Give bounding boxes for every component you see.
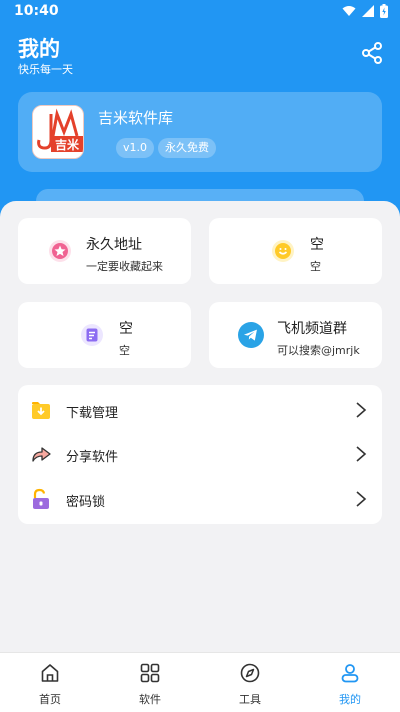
tab-home[interactable]: 首页: [0, 653, 100, 712]
tab-me[interactable]: 我的: [300, 653, 400, 712]
padlock-icon: [33, 488, 49, 509]
signal-icon: [362, 5, 374, 17]
menu-label: 分享软件: [66, 450, 119, 465]
chevron-right-icon: [356, 491, 367, 507]
page-title: 我的: [18, 37, 60, 61]
share-icon: [362, 42, 382, 64]
tab-tools[interactable]: 工具: [200, 653, 300, 712]
home-icon: [41, 664, 59, 682]
page-subtitle: 快乐每一天: [18, 63, 73, 76]
compass-icon: [240, 663, 260, 683]
wifi-icon: [342, 6, 356, 16]
tab-label: 我的: [339, 693, 361, 706]
license-badge: 永久免费: [158, 138, 216, 158]
tile-title: 永久地址: [86, 237, 142, 253]
telegram-icon: [238, 322, 264, 348]
tile-subtitle: 可以搜索@jmrjk: [277, 344, 360, 357]
tile-permanent-address[interactable]: 永久地址 一定要收藏起来: [18, 218, 191, 284]
app-logo: 吉米: [32, 105, 84, 159]
star-badge-icon: [49, 240, 71, 262]
app-name: 吉米软件库: [98, 109, 174, 127]
download-folder-icon: [32, 402, 50, 419]
menu-item-password-lock[interactable]: 密码锁: [18, 477, 382, 521]
tile-subtitle: 一定要收藏起来: [86, 260, 163, 273]
status-time: 10:40: [14, 3, 59, 19]
menu-item-share-app[interactable]: 分享软件: [18, 432, 382, 476]
chevron-right-icon: [356, 446, 367, 462]
battery-icon: [380, 4, 388, 18]
tile-title: 空: [310, 237, 324, 253]
tile-title: 飞机频道群: [277, 321, 347, 337]
tab-label: 软件: [139, 693, 161, 706]
tab-label: 首页: [39, 693, 61, 706]
tile-empty-1[interactable]: 空 空: [209, 218, 382, 284]
tile-subtitle: 空: [119, 344, 130, 357]
status-bar: 10:40: [0, 0, 400, 24]
menu-label: 下载管理: [66, 406, 119, 421]
menu-item-download-manager[interactable]: 下载管理: [18, 388, 382, 432]
tile-telegram-group[interactable]: 飞机频道群 可以搜索@jmrjk: [209, 302, 382, 368]
tile-title: 空: [119, 321, 133, 337]
status-icons: [342, 4, 388, 18]
grid-icon: [140, 663, 160, 683]
version-badge: v1.0: [116, 138, 155, 158]
app-info-card[interactable]: 吉米 吉米软件库 v1.0 永久免费: [18, 92, 382, 172]
note-icon: [81, 324, 103, 346]
chevron-right-icon: [356, 402, 367, 418]
smiley-chat-icon: [272, 240, 294, 262]
tile-subtitle: 空: [310, 260, 321, 273]
tile-empty-2[interactable]: 空 空: [18, 302, 191, 368]
tab-software[interactable]: 软件: [100, 653, 200, 712]
bottom-tab-bar: 首页 软件 工具 我的: [0, 652, 400, 712]
tab-label: 工具: [239, 693, 261, 706]
user-icon: [341, 664, 359, 683]
svg-text:吉米: 吉米: [55, 137, 80, 152]
menu-label: 密码锁: [66, 495, 106, 510]
settings-menu: 下载管理 分享软件 密码锁: [18, 385, 382, 524]
share-arrow-icon: [32, 447, 51, 462]
share-button[interactable]: [360, 41, 384, 65]
